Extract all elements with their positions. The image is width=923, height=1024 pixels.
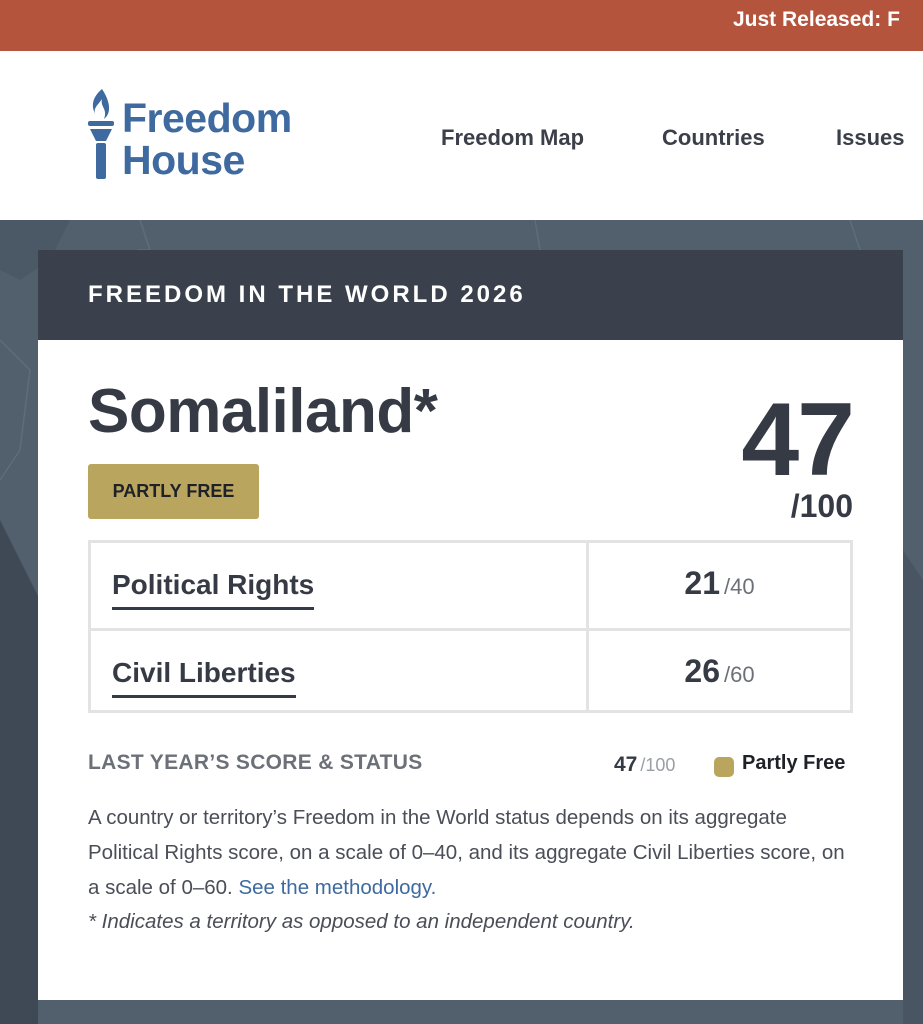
promo-banner[interactable]: Just Released: F xyxy=(0,0,923,51)
status-badge: PARTLY FREE xyxy=(88,464,259,519)
nav-issues[interactable]: Issues xyxy=(836,125,905,151)
civil-liberties-link[interactable]: Civil Liberties xyxy=(112,657,296,698)
logo-line2: House xyxy=(122,137,245,183)
total-score-max: /100 xyxy=(790,488,853,524)
report-banner-title: FREEDOM IN THE WORLD 2026 xyxy=(88,281,526,308)
promo-text[interactable]: Just Released: F xyxy=(733,8,900,32)
freedom-house-logo[interactable]: Freedom House xyxy=(86,87,316,187)
scores-table: Political Rights 21/40 Civil Liberties 2… xyxy=(88,540,853,713)
territory-footnote: * Indicates a territory as opposed to an… xyxy=(88,910,635,933)
score-max: /60 xyxy=(724,662,755,687)
civil-liberties-score: 26/60 xyxy=(589,653,850,690)
logo-line1: Freedom xyxy=(122,95,292,141)
logo-wordmark: Freedom House xyxy=(122,97,292,181)
last-year-score: 47/100 xyxy=(614,753,675,777)
political-rights-score: 21/40 xyxy=(589,565,850,602)
score-row-civil-liberties: Civil Liberties 26/60 xyxy=(91,628,850,713)
country-name: Somaliland* xyxy=(88,377,438,446)
last-year-status: Partly Free xyxy=(742,752,846,774)
explanation-text: A country or territory’s Freedom in the … xyxy=(88,806,845,899)
report-card: Somaliland* PARTLY FREE 47 /100 Politica… xyxy=(38,340,903,1000)
total-score: 47 xyxy=(741,382,855,498)
status-explanation: A country or territory’s Freedom in the … xyxy=(88,800,858,905)
site-header: Freedom House Freedom Map Countries Issu… xyxy=(0,51,923,220)
methodology-link[interactable]: See the methodology. xyxy=(238,876,436,899)
score-value: 26 xyxy=(684,653,720,689)
score-row-political-rights: Political Rights 21/40 xyxy=(91,543,850,628)
last-year-label: LAST YEAR’S SCORE & STATUS xyxy=(88,751,423,774)
score-max: /40 xyxy=(724,574,755,599)
score-value: 21 xyxy=(684,565,720,601)
status-dot-icon xyxy=(714,757,734,777)
nav-freedom-map[interactable]: Freedom Map xyxy=(441,125,584,151)
nav-countries[interactable]: Countries xyxy=(662,125,765,151)
political-rights-link[interactable]: Political Rights xyxy=(112,569,315,610)
report-banner: FREEDOM IN THE WORLD 2026 xyxy=(38,250,903,340)
torch-icon xyxy=(88,89,114,179)
last-year-score-max: /100 xyxy=(640,755,676,775)
last-year-score-value: 47 xyxy=(614,753,638,776)
